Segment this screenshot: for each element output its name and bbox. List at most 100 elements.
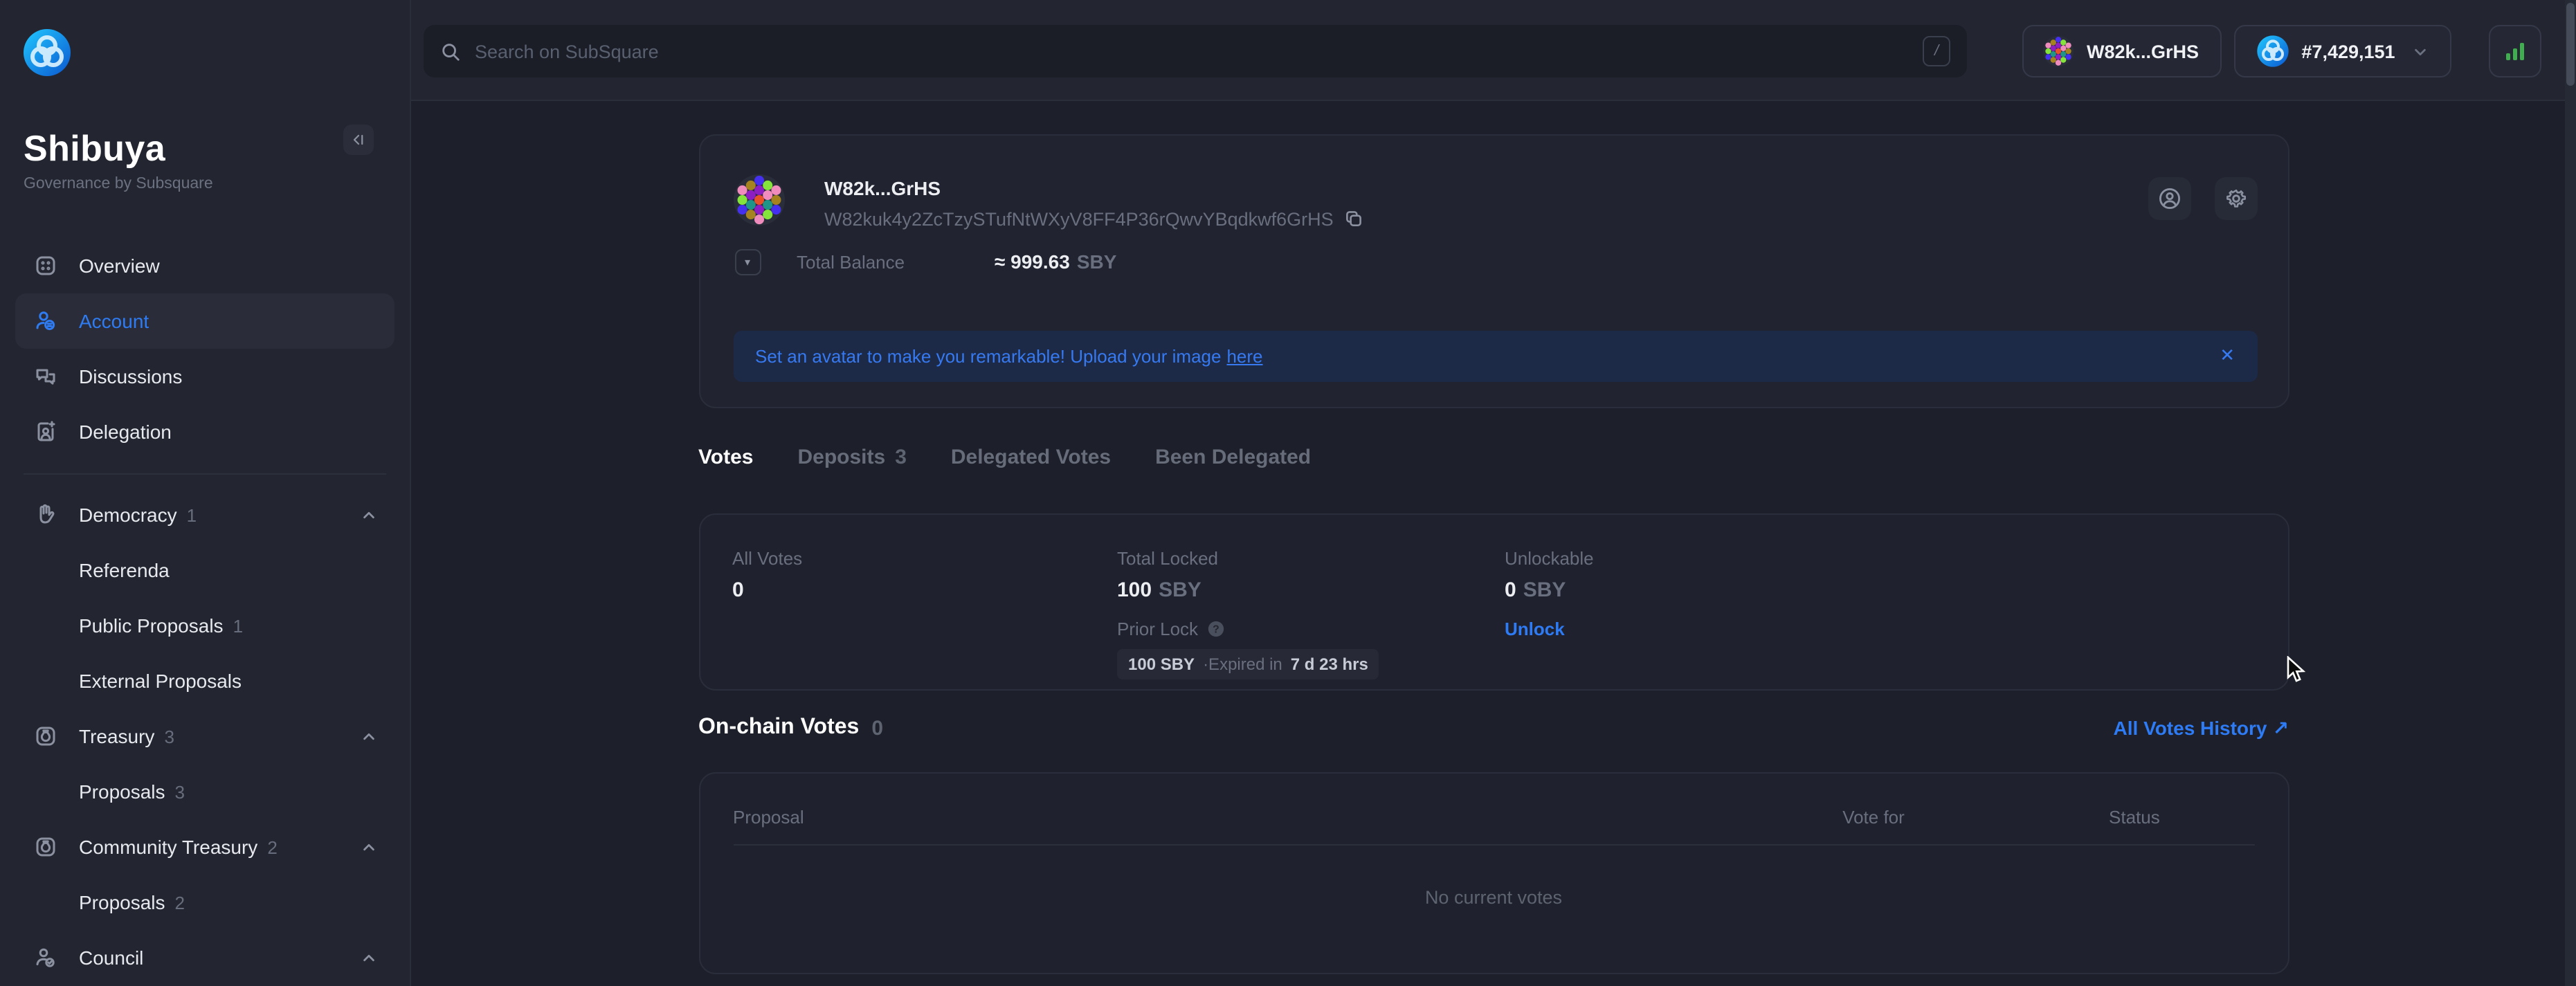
account-display-name: W82k...GrHS [824,176,941,199]
sidebar-item-label: Account [79,310,149,332]
balance-expand-button[interactable]: ▾ [734,248,761,275]
delegation-icon [35,421,57,443]
sidebar-item-label: Delegation [79,421,172,443]
votes-table-card: Proposal Vote for Status No current vote… [698,772,2289,974]
sidebar-item-treasury[interactable]: Treasury 3 [15,709,394,764]
stat-label: Unlockable [1505,548,1594,569]
chat-bubbles-icon [35,365,57,387]
link-label: All Votes History [2114,717,2267,739]
sidebar-divider [24,473,386,475]
sidebar-item-democracy[interactable]: Democracy 1 [15,487,394,542]
sidebar-item-overview[interactable]: Overview [15,238,394,293]
tab-votes[interactable]: Votes [698,446,753,469]
prior-lock-chip: 100 SBY ·Expired in 7 d 23 hrs [1117,649,1379,679]
settings-button[interactable] [2214,176,2257,219]
gear-icon [2224,186,2247,210]
sidebar-item-council[interactable]: Council [15,930,394,985]
profile-button[interactable] [2148,176,2190,219]
sidebar-collapse-button[interactable] [343,125,374,155]
sidebar-item-count: 2 [175,892,185,913]
prior-lock-label: Prior Lock ? [1117,619,1379,639]
chevron-up-icon [361,840,376,855]
tab-label: Delegated Votes [951,446,1111,469]
account-tabs: Votes Deposits 3 Delegated Votes Been De… [698,446,1311,469]
chip-expiry: 7 d 23 hrs [1291,655,1368,674]
sidebar-item-label: Community Treasury [79,836,257,858]
council-icon [35,947,57,969]
avatar-banner: Set an avatar to make you remarkable! Up… [733,330,2257,381]
banner-upload-link[interactable]: here [1226,345,1262,366]
all-votes-history-link[interactable]: All Votes History ↗ [2114,716,2289,740]
sidebar-item-count: 1 [233,615,243,636]
onchain-votes-header: On-chain Votes 0 All Votes History ↗ [698,715,2289,740]
statistics-button[interactable] [2488,25,2541,77]
bar-chart-icon [2502,39,2527,64]
hand-icon [35,504,57,526]
chip-amount: 100 SBY [1128,655,1195,674]
sidebar-item-label: Referenda [79,559,170,581]
topbar: Search on SubSquare / W82k...GrHS #7,429… [410,0,2576,101]
sidebar-item-label: Overview [79,255,160,277]
chip-separator: ·Expired in [1203,655,1282,674]
total-balance-amount: ≈ 999.63 [995,250,1070,272]
sidebar-item-label: Public Proposals [79,614,224,637]
stat-value: 100 [1117,578,1152,602]
question-circle-icon[interactable]: ? [1206,620,1224,638]
token-symbol: SBY [1159,578,1201,602]
tab-deposits[interactable]: Deposits 3 [797,446,906,469]
table-divider [733,844,2254,846]
sidebar-item-label: External Proposals [79,670,242,692]
account-icon [35,310,57,332]
scrollbar-thumb[interactable] [2566,3,2575,86]
stat-total-locked: Total Locked 100SBY Prior Lock ? 100 SBY… [1117,515,1379,679]
search-placeholder: Search on SubSquare [475,41,1923,62]
unlock-link[interactable]: Unlock [1505,619,1565,639]
account-address: W82kuk4y2ZcTzySTufNtWXyV8FF4P36rQwvYBqdk… [824,208,1334,229]
scrollbar-track [2564,0,2576,986]
chain-title: Shibuya [24,127,165,170]
tab-label: Been Delegated [1155,446,1311,469]
tab-delegated-votes[interactable]: Delegated Votes [951,446,1111,469]
banner-text: Set an avatar to make you remarkable! Up… [755,345,1221,366]
tab-label: Votes [698,446,753,469]
arrow-up-right-icon: ↗ [2273,716,2289,740]
sidebar-item-public-proposals[interactable]: Public Proposals 1 [15,598,394,653]
votes-stats-panel: All Votes 0 Total Locked 100SBY Prior Lo… [698,513,2289,690]
sidebar-item-account[interactable]: Account [15,293,394,349]
app-root: Shibuya Governance by Subsquare Overview… [0,0,2576,986]
tab-count: 3 [895,446,907,469]
user-circle-icon [2157,186,2181,210]
sidebar-item-count: 1 [187,504,197,525]
sidebar-item-treasury-proposals[interactable]: Proposals 3 [15,764,394,819]
sidebar-item-label: Proposals [79,891,165,913]
treasury-icon [35,836,57,858]
search-input[interactable]: Search on SubSquare / [424,25,1967,77]
sidebar-item-community-treasury[interactable]: Community Treasury 2 [15,819,394,875]
network-selector-button[interactable]: #7,429,151 [2233,25,2451,77]
account-identicon [734,174,785,225]
chevron-up-icon [361,508,376,523]
stat-value: 0 [732,578,802,602]
column-header-status: Status [2109,807,2254,828]
stat-all-votes: All Votes 0 [732,515,802,602]
table-empty-state: No current votes [700,887,2287,908]
sidebar-item-external-proposals[interactable]: External Proposals [15,653,394,709]
tab-been-delegated[interactable]: Been Delegated [1155,446,1311,469]
wallet-account-button[interactable]: W82k...GrHS [2022,25,2221,77]
sidebar-item-delegation[interactable]: Delegation [15,404,394,459]
sidebar-item-label: Discussions [79,365,182,387]
sidebar: Shibuya Governance by Subsquare Overview… [0,0,410,986]
sidebar-item-discussions[interactable]: Discussions [15,349,394,404]
sidebar-item-referenda[interactable]: Referenda [15,542,394,598]
token-symbol: SBY [1523,578,1566,602]
sidebar-item-community-proposals[interactable]: Proposals 2 [15,875,394,930]
banner-close-icon[interactable]: ✕ [2220,345,2235,367]
shibuya-logo-icon [22,28,72,77]
copy-icon[interactable] [1345,209,1364,228]
chain-subtitle: Governance by Subsquare [24,176,213,192]
sidebar-item-label: Proposals [79,780,165,803]
sidebar-item-label: Treasury [79,725,154,747]
column-header-vote-for: Vote for [1638,807,2109,828]
treasury-icon [35,725,57,747]
block-height: #7,429,151 [2301,41,2395,62]
